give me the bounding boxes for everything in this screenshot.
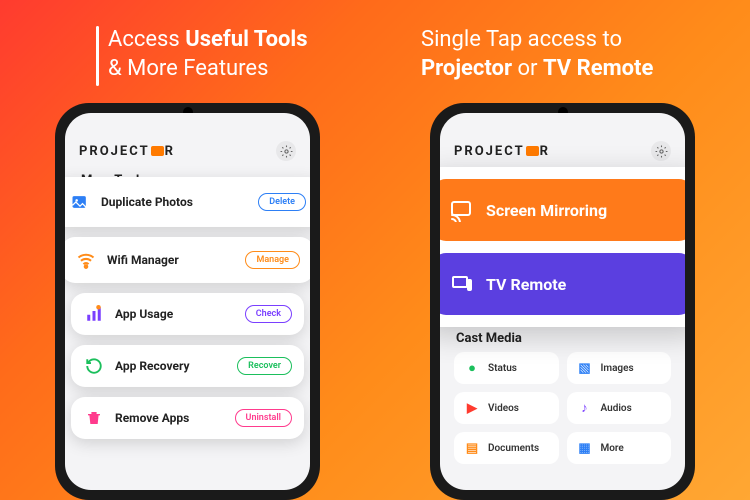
videos-icon: ▶ [464, 400, 480, 416]
headline-text: Single Tap access to [421, 27, 622, 52]
tool-duplicate-photos[interactable]: Duplicate Photos Delete [65, 177, 310, 227]
settings-button[interactable] [651, 141, 671, 161]
more-icon: ▦ [577, 440, 593, 456]
app-bar: PROJECT R [440, 135, 685, 167]
brand-text: R [540, 144, 550, 159]
gear-icon [280, 145, 293, 158]
phone-screen: PROJECTR Screen Mirroring TV R [440, 113, 685, 490]
brand-text: PROJECT [454, 144, 525, 159]
audios-icon: ♪ [577, 400, 593, 416]
grid-images[interactable]: ▧ Images [567, 352, 672, 384]
app-bar: PROJECT R [65, 135, 310, 167]
headline: Single Tap access to Projector or TV Rem… [375, 0, 750, 83]
grid-label: Images [601, 363, 634, 374]
grid-videos[interactable]: ▶ Videos [454, 392, 559, 424]
documents-icon: ▤ [464, 440, 480, 456]
tools-list: Duplicate Photos Delete Wifi Manager Man… [65, 177, 310, 449]
tool-label: Duplicate Photos [101, 195, 248, 209]
recovery-icon [83, 355, 105, 377]
grid-documents[interactable]: ▤ Documents [454, 432, 559, 464]
tool-remove-apps[interactable]: Remove Apps Uninstall [71, 397, 304, 439]
headline-text: Access [108, 27, 185, 52]
tool-wifi-manager[interactable]: Wifi Manager Manage [65, 237, 310, 283]
tv-remote-card[interactable]: TV Remote [440, 253, 685, 315]
brand-icon [526, 146, 539, 156]
gear-icon [655, 145, 668, 158]
status-icon: ● [464, 360, 480, 376]
wifi-icon [75, 249, 97, 271]
settings-button[interactable] [276, 141, 296, 161]
grid-more[interactable]: ▦ More [567, 432, 672, 464]
delete-button[interactable]: Delete [258, 193, 306, 211]
headline-bold: TV Remote [543, 56, 653, 81]
headline-text: & More Features [108, 56, 268, 81]
hero-label: Screen Mirroring [486, 201, 607, 220]
phone-screen: PROJECTR More Tools Duplicate Photos Del… [65, 113, 310, 490]
uninstall-button[interactable]: Uninstall [235, 409, 292, 427]
screen-mirroring-card[interactable]: Screen Mirroring [440, 179, 685, 241]
promo-panel-tools: Access Useful Tools & More Features PROJ… [0, 0, 375, 500]
grid-status[interactable]: ● Status [454, 352, 559, 384]
brand-text: PROJECT [79, 144, 150, 159]
grid-audios[interactable]: ♪ Audios [567, 392, 672, 424]
tool-label: App Usage [115, 307, 235, 321]
check-button[interactable]: Check [245, 305, 292, 323]
headline-bold: Projector [421, 56, 512, 81]
cast-media-grid: ● Status ▧ Images ▶ Videos ♪ Audios ▤ Documen… [440, 346, 685, 470]
brand-text: R [165, 144, 175, 159]
images-icon: ▧ [577, 360, 593, 376]
hero-card-group: Screen Mirroring TV Remote [440, 167, 685, 327]
grid-label: Documents [488, 443, 539, 454]
hero-label: TV Remote [486, 275, 566, 294]
grid-label: Audios [601, 403, 632, 414]
phone-frame: PROJECTR More Tools Duplicate Photos Del… [55, 103, 320, 500]
accent-bar [96, 26, 99, 86]
chart-icon [83, 303, 105, 325]
grid-label: Status [488, 363, 517, 374]
recover-button[interactable]: Recover [237, 357, 292, 375]
tool-app-recovery[interactable]: App Recovery Recover [71, 345, 304, 387]
headline-bold: Useful Tools [185, 27, 307, 52]
grid-label: More [601, 443, 624, 454]
headline: Access Useful Tools & More Features [0, 0, 375, 83]
promo-panel-remote: Single Tap access to Projector or TV Rem… [375, 0, 750, 500]
tool-label: Remove Apps [115, 411, 225, 425]
remote-icon [448, 271, 474, 297]
grid-label: Videos [488, 403, 519, 414]
brand-icon [151, 146, 164, 156]
photos-icon [69, 191, 91, 213]
trash-icon [83, 407, 105, 429]
headline-text: or [512, 56, 543, 81]
manage-button[interactable]: Manage [245, 251, 300, 269]
app-logo: PROJECT R [79, 144, 175, 159]
cast-icon [448, 197, 474, 223]
phone-frame: PROJECTR Screen Mirroring TV R [430, 103, 695, 500]
tool-app-usage[interactable]: App Usage Check [71, 293, 304, 335]
app-logo: PROJECT R [454, 144, 550, 159]
tool-label: App Recovery [115, 359, 227, 373]
tool-label: Wifi Manager [107, 253, 235, 267]
